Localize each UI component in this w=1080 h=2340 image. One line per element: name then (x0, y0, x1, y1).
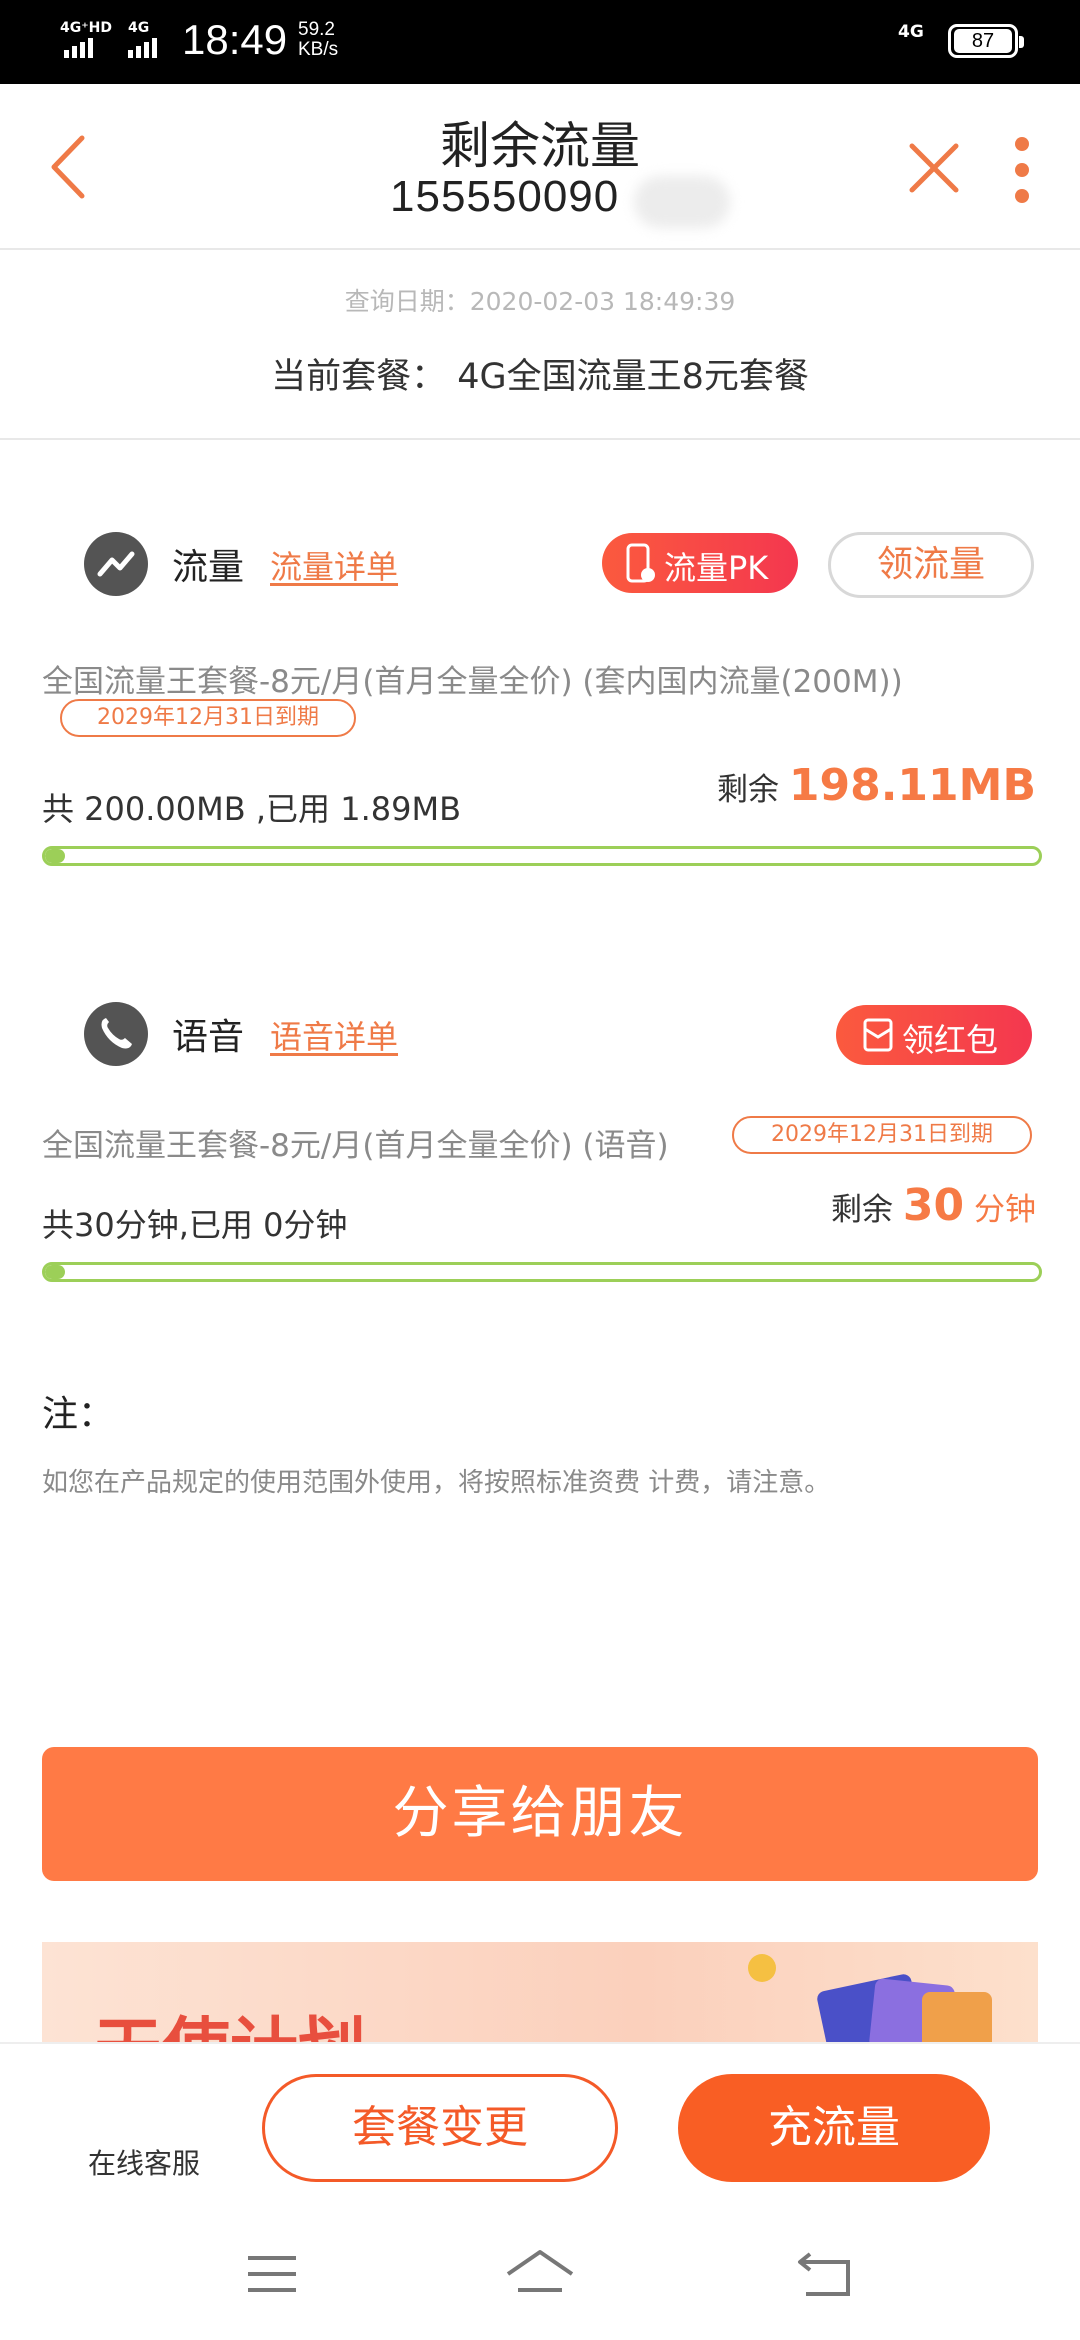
data-remaining-value: 198.11MB (788, 760, 1036, 811)
share-button[interactable]: 分享给朋友 (42, 1747, 1038, 1881)
status-bar: 4G⁺HD 4G 18:49 59.2 KB/s 4G 87 (0, 0, 1080, 84)
close-icon[interactable] (906, 140, 962, 196)
banner-title: 天使计划 (94, 1994, 366, 2042)
data-section-title: 流量 (172, 547, 245, 588)
current-plan: 当前套餐： 4G全国流量王8元套餐 (271, 357, 809, 397)
bottom-action-bar: 在线客服 套餐变更 充流量 (0, 2042, 1080, 2212)
masked-digits (634, 176, 730, 228)
query-info: 查询日期：2020-02-03 18:49:39 当前套餐： 4G全国流量王8元… (0, 250, 1080, 440)
note-text: 如您在产品规定的使用范围外使用，将按照标准资费 计费，请注意。 (42, 1468, 831, 1498)
data-remaining-label: 剩余 (717, 772, 780, 808)
data-progress-fill (45, 849, 65, 863)
data-remaining: 剩余 198.11MB (700, 760, 1036, 811)
voice-section-title: 语音 (172, 1017, 245, 1058)
system-nav-bar (0, 2212, 1080, 2340)
network-speed-value: 59.2 (298, 19, 335, 40)
data-progress-bar (42, 846, 1042, 866)
red-packet-label: 领红包 (902, 1021, 999, 1059)
data-expire-badge: 2029年12月31日到期 (60, 699, 356, 737)
network-speed: 59.2 KB/s (298, 20, 338, 60)
data-trend-icon (84, 532, 148, 596)
voice-remaining-value: 30 (902, 1180, 965, 1231)
note-title: 注： (42, 1394, 115, 1435)
voice-remaining-unit: 分钟 (974, 1192, 1036, 1228)
signal-bars-icon-2 (128, 38, 160, 58)
red-envelope-icon (863, 1018, 893, 1052)
network-speed-unit: KB/s (298, 39, 339, 60)
signal-4g-hd-label: 4G⁺HD (60, 20, 112, 36)
phone-call-icon (84, 1002, 148, 1066)
voice-progress-fill (45, 1265, 65, 1279)
data-pk-button[interactable]: 流量PK (602, 533, 798, 593)
promo-banner[interactable]: 天使计划 (42, 1942, 1038, 2042)
claim-data-button[interactable]: 领流量 (828, 532, 1034, 598)
data-detail-link[interactable]: 流量详单 (270, 542, 398, 588)
signal-bars-icon (64, 38, 96, 58)
change-plan-button[interactable]: 套餐变更 (262, 2074, 618, 2182)
phone-icon (626, 543, 655, 583)
voice-package-name: 全国流量王套餐-8元/月(首月全量全价) (语音) (42, 1128, 669, 1164)
battery-level: 87 (954, 29, 1012, 53)
back-nav-icon[interactable] (796, 2250, 856, 2300)
recharge-data-button[interactable]: 充流量 (678, 2074, 990, 2182)
voice-usage-text: 共30分钟,已用 0分钟 (42, 1206, 348, 1244)
voice-expire-badge: 2029年12月31日到期 (732, 1116, 1032, 1154)
voice-progress-bar (42, 1262, 1042, 1282)
voice-remaining: 剩余 30 分钟 (700, 1180, 1036, 1231)
network-type-label: 4G (898, 22, 924, 42)
data-usage-text: 共 200.00MB ,已用 1.89MB (42, 790, 462, 828)
home-icon[interactable] (504, 2246, 576, 2298)
phone-number: 155550090 (390, 172, 620, 221)
online-service-link[interactable]: 在线客服 (88, 2142, 200, 2182)
voice-detail-link[interactable]: 语音详单 (270, 1012, 398, 1058)
voice-remaining-label: 剩余 (831, 1192, 894, 1228)
data-pk-label: 流量PK (664, 549, 769, 587)
status-time: 18:49 (182, 16, 288, 63)
battery-icon: 87 (948, 24, 1024, 58)
data-package-name: 全国流量王套餐-8元/月(首月全量全价) (套内国内流量(200M)) (42, 664, 903, 700)
signal-4g-label: 4G (128, 20, 150, 36)
red-packet-button[interactable]: 领红包 (836, 1005, 1032, 1065)
query-date: 查询日期：2020-02-03 18:49:39 (344, 287, 736, 316)
menu-icon[interactable] (244, 2252, 300, 2296)
more-menu-icon[interactable] (1010, 132, 1034, 208)
title-bar: 剩余流量 155550090 (0, 84, 1080, 250)
cards-illustration-icon (748, 1954, 992, 2042)
